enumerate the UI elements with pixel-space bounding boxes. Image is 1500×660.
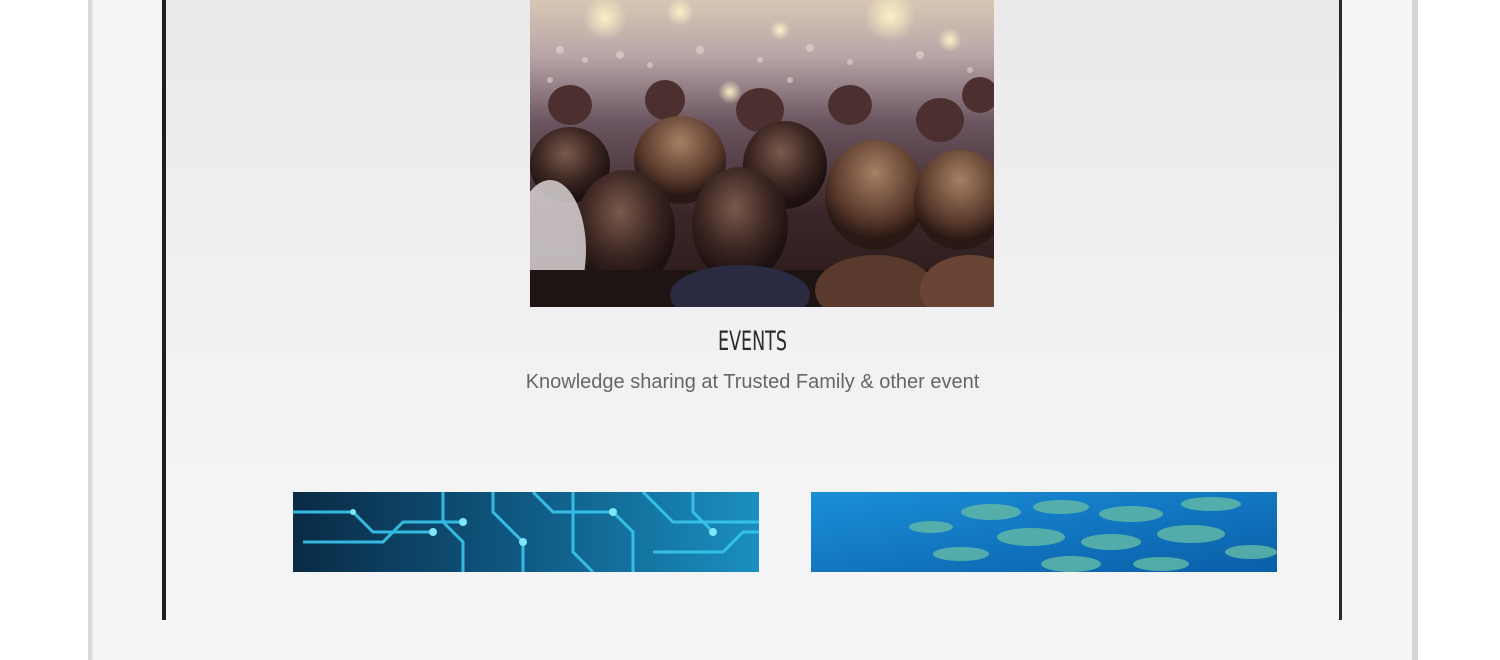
events-title: EVENTS xyxy=(718,326,787,357)
events-subtitle: Knowledge sharing at Trusted Family & ot… xyxy=(525,371,980,393)
circuit-photo-graphic xyxy=(293,492,759,572)
circuit-board-image[interactable] xyxy=(293,492,759,572)
tablet-screen: EVENTS Knowledge sharing at Trusted Fami… xyxy=(162,0,1342,620)
fish-school-image[interactable] xyxy=(811,492,1277,572)
events-crowd-image[interactable] xyxy=(530,0,994,307)
fish-photo-graphic xyxy=(811,492,1277,572)
crowd-photo-graphic xyxy=(530,0,994,307)
